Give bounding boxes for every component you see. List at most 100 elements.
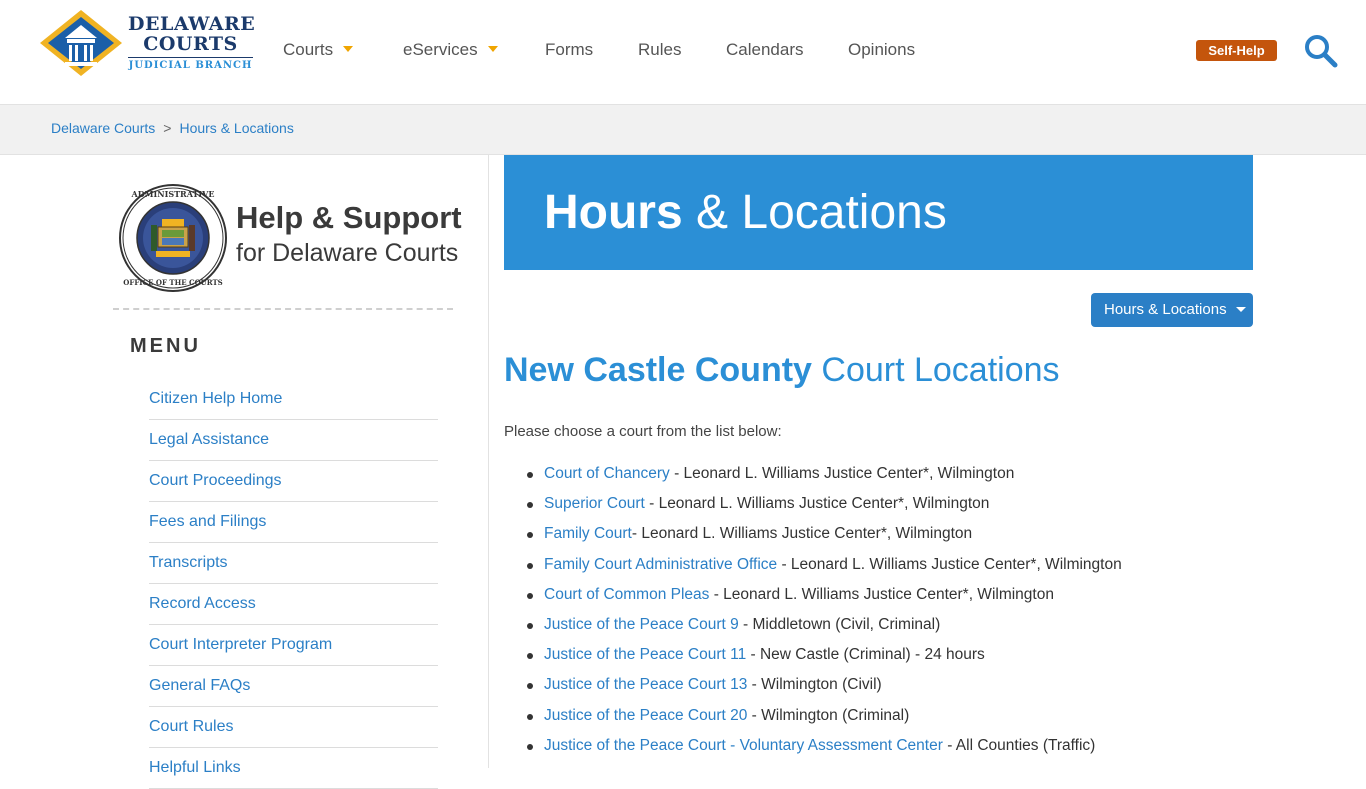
sidebar-item-court-proceedings[interactable]: Court Proceedings (149, 461, 438, 502)
breadcrumb-current[interactable]: Hours & Locations (179, 120, 293, 136)
nav-courts[interactable]: Courts (283, 38, 354, 62)
sidebar-item-record-access[interactable]: Record Access (149, 584, 438, 625)
sidebar-item-transcripts[interactable]: Transcripts (149, 543, 438, 584)
court-link[interactable]: Family Court (544, 525, 632, 542)
seal-bottom-text: OFFICE OF THE COURTS (123, 278, 223, 287)
page-banner: Hours & Locations (504, 155, 1253, 270)
breadcrumb: Delaware Courts > Hours & Locations (51, 120, 294, 136)
section-title-bold: New Castle County (504, 351, 812, 389)
search-button[interactable] (1303, 33, 1339, 69)
court-location: - Wilmington (Civil) (747, 676, 882, 694)
list-item: Justice of the Peace Court 11 - New Cast… (524, 643, 1244, 673)
sidebar-item-label: Court Interpreter Program (149, 636, 333, 653)
intro-text: Please choose a court from the list belo… (504, 423, 782, 440)
nav-eservices[interactable]: eServices (403, 38, 498, 62)
logo-line-judicial-branch: JUDICIAL BRANCH (128, 57, 253, 72)
page-title-bold: Hours (544, 186, 683, 239)
list-item: Court of Chancery - Leonard L. Williams … (524, 462, 1244, 492)
list-item: Superior Court - Leonard L. Williams Jus… (524, 492, 1244, 522)
sidebar-item-citizen-help-home[interactable]: Citizen Help Home (149, 379, 438, 420)
breadcrumb-bar: Delaware Courts > Hours & Locations (0, 105, 1366, 155)
nav-opinions[interactable]: Opinions (848, 38, 915, 62)
sidebar-item-label: General FAQs (149, 677, 251, 694)
sidebar-item-label: Court Proceedings (149, 472, 282, 489)
search-icon (1305, 35, 1338, 68)
court-link[interactable]: Justice of the Peace Court 11 (544, 646, 746, 663)
court-link[interactable]: Court of Chancery (544, 465, 670, 482)
section-dropdown[interactable]: Hours & Locations (1091, 293, 1253, 327)
section-title-rest: Court Locations (811, 351, 1060, 389)
list-item: Family Court- Leonard L. Williams Justic… (524, 522, 1244, 552)
caret-down-icon (1235, 306, 1246, 312)
nav-forms[interactable]: Forms (545, 38, 593, 62)
sidebar-item-label: Citizen Help Home (149, 390, 283, 407)
nav-rules-label: Rules (638, 40, 682, 59)
court-link[interactable]: Justice of the Peace Court 13 (544, 676, 747, 693)
sidebar-item-fees-and-filings[interactable]: Fees and Filings (149, 502, 438, 543)
seal-top-text: ADMINISTRATIVE (131, 189, 215, 199)
list-item: Justice of the Peace Court 9 - Middletow… (524, 613, 1244, 643)
court-link[interactable]: Court of Common Pleas (544, 586, 709, 603)
page-title: Hours & Locations (544, 185, 947, 241)
sidebar-item-label: Fees and Filings (149, 513, 267, 530)
sidebar-item-court-rules[interactable]: Court Rules (149, 707, 438, 748)
court-link[interactable]: Justice of the Peace Court - Voluntary A… (544, 737, 943, 754)
logo-line-delaware: DELAWARE (128, 13, 256, 35)
court-location: - Leonard L. Williams Justice Center*, W… (777, 555, 1122, 573)
court-link[interactable]: Justice of the Peace Court 20 (544, 707, 747, 724)
list-item: Justice of the Peace Court - Voluntary A… (524, 734, 1244, 764)
list-item: Justice of the Peace Court 13 - Wilmingt… (524, 673, 1244, 703)
sidebar-item-label: Legal Assistance (149, 431, 270, 448)
sidebar-item-label: Court Rules (149, 718, 234, 735)
court-location: - Leonard L. Williams Justice Center*, W… (631, 525, 973, 543)
delaware-courts-logo[interactable]: DELAWARE COURTS JUDICIAL BRANCH (40, 10, 255, 76)
court-link[interactable]: Superior Court (544, 495, 645, 512)
sidebar-divider (113, 308, 453, 310)
court-location: - Leonard L. Williams Justice Center*, W… (669, 465, 1015, 482)
nav-forms-label: Forms (545, 40, 594, 59)
logo-wordmark: DELAWARE COURTS JUDICIAL BRANCH (128, 13, 256, 72)
courthouse-logo-icon (40, 10, 122, 76)
breadcrumb-separator: > (163, 120, 172, 136)
sidebar-item-label: Transcripts (149, 554, 228, 571)
page-title-rest: & Locations (682, 186, 947, 239)
court-list: Court of Chancery - Leonard L. Williams … (524, 462, 1244, 764)
self-help-button[interactable]: Self-Help (1196, 40, 1277, 61)
sidebar: ADMINISTRATIVE OFFICE OF THE COURTS Help… (0, 155, 489, 789)
nav-eservices-label: eServices (403, 40, 478, 59)
nav-courts-label: Courts (283, 40, 334, 59)
sidebar-item-general-faqs[interactable]: General FAQs (149, 666, 438, 707)
court-location: - Wilmington (Criminal) (747, 706, 910, 724)
court-link[interactable]: Family Court Administrative Office (544, 556, 777, 573)
nav-calendars[interactable]: Calendars (726, 38, 804, 62)
breadcrumb-home-link[interactable]: Delaware Courts (51, 120, 155, 136)
sidebar-item-legal-assistance[interactable]: Legal Assistance (149, 420, 438, 461)
sidebar-item-label: Record Access (149, 595, 256, 612)
help-title: Help & Support (236, 200, 462, 235)
nav-opinions-label: Opinions (848, 40, 916, 59)
caret-down-icon (487, 45, 498, 52)
list-item: Family Court Administrative Office - Leo… (524, 553, 1244, 583)
section-title: New Castle County Court Locations (504, 348, 1060, 392)
court-location: - All Counties (Traffic) (942, 736, 1096, 754)
aoc-seal: ADMINISTRATIVE OFFICE OF THE COURTS (118, 183, 228, 293)
menu-heading: MENU (130, 335, 201, 357)
sidebar-item-label: Helpful Links (149, 759, 241, 776)
help-subtitle: for Delaware Courts (236, 239, 459, 267)
sidebar-menu: Citizen Help Home Legal Assistance Court… (149, 379, 438, 789)
list-item: Justice of the Peace Court 20 - Wilmingt… (524, 704, 1244, 734)
section-dropdown-label: Hours & Locations (1104, 301, 1227, 318)
court-location: - Leonard L. Williams Justice Center*, W… (709, 585, 1054, 603)
court-location: - Leonard L. Williams Justice Center*, W… (644, 495, 990, 513)
list-item: Court of Common Pleas - Leonard L. Willi… (524, 583, 1244, 613)
aoc-seal-icon: ADMINISTRATIVE OFFICE OF THE COURTS (119, 184, 227, 292)
court-link[interactable]: Justice of the Peace Court 9 (544, 616, 739, 633)
court-location: - New Castle (Criminal) - 24 hours (746, 646, 985, 664)
caret-down-icon (343, 45, 354, 52)
sidebar-item-court-interpreter-program[interactable]: Court Interpreter Program (149, 625, 438, 666)
nav-rules[interactable]: Rules (638, 38, 681, 62)
nav-calendars-label: Calendars (726, 40, 804, 59)
court-location: - Middletown (Civil, Criminal) (738, 615, 941, 633)
site-header: DELAWARE COURTS JUDICIAL BRANCH Courts e… (0, 0, 1366, 105)
sidebar-item-helpful-links[interactable]: Helpful Links (149, 748, 438, 789)
